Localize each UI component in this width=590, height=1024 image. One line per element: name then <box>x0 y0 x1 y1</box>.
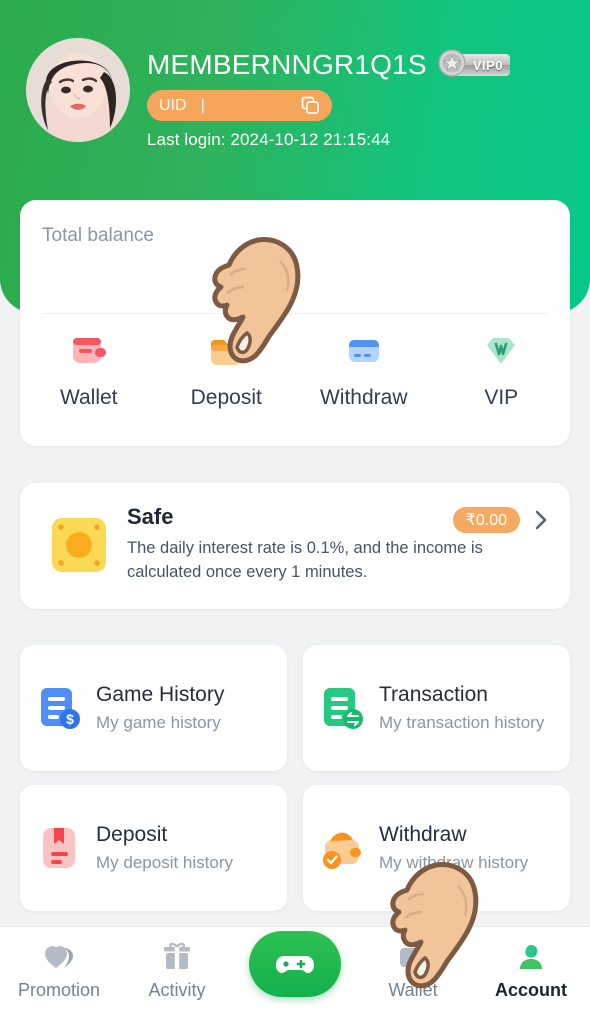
safe-card[interactable]: Safe The daily interest rate is 0.1%, an… <box>20 483 570 609</box>
menu-card-transaction[interactable]: Transaction My transaction history <box>303 645 570 771</box>
transaction-icon <box>317 682 369 734</box>
menu-card-title: Withdraw <box>379 823 467 846</box>
action-deposit-label: Deposit <box>190 386 262 409</box>
action-vip[interactable]: VIP <box>433 328 571 410</box>
menu-card-subtitle: My transaction history <box>379 713 545 732</box>
action-withdraw-label: Withdraw <box>319 386 408 409</box>
tab-activity[interactable]: Activity <box>118 927 236 1001</box>
game-history-icon: $ <box>34 682 86 734</box>
tab-wallet[interactable]: Wallet <box>354 927 472 1001</box>
avatar-image <box>26 38 130 142</box>
menu-card-subtitle: My withdraw history <box>379 853 529 872</box>
menu-card-title: Deposit <box>96 823 168 846</box>
svg-text:$: $ <box>66 711 74 727</box>
menu-card-text: Game History My game history <box>96 681 224 735</box>
menu-card-text: Transaction My transaction history <box>379 681 544 735</box>
action-wallet-label: Wallet <box>59 386 118 409</box>
history-menu-grid: $ Game History My game history Transacti… <box>20 645 570 911</box>
menu-card-deposit-history[interactable]: Deposit My deposit history <box>20 785 287 911</box>
wallet-icon <box>66 328 112 374</box>
avatar[interactable] <box>26 38 130 142</box>
last-login-text: Last login: 2024-10-12 21:15:44 <box>147 130 391 149</box>
copy-icon[interactable] <box>301 96 320 115</box>
menu-card-title: Game History <box>96 683 225 706</box>
uid-label: UID <box>159 96 187 114</box>
uid-separator: | <box>200 96 205 114</box>
wallet-tab-icon <box>396 940 430 974</box>
tab-game[interactable] <box>236 927 354 997</box>
tab-promotion[interactable]: Promotion <box>0 927 118 1001</box>
withdraw-card-icon <box>341 328 387 374</box>
deposit-icon <box>203 328 249 374</box>
total-balance-card: Total balance Wallet Deposit Withdraw VI… <box>20 200 570 446</box>
menu-card-withdraw-history[interactable]: Withdraw My withdraw history <box>303 785 570 911</box>
safe-description: The daily interest rate is 0.1%, and the… <box>127 539 483 581</box>
tab-activity-label: Activity <box>148 980 206 1000</box>
deposit-history-icon <box>34 822 86 874</box>
menu-card-text: Withdraw My withdraw history <box>379 821 528 875</box>
safe-amount-badge: ₹0.00 <box>452 507 520 533</box>
chevron-right-icon[interactable] <box>530 507 552 533</box>
menu-card-title: Transaction <box>379 683 488 706</box>
username: MEMBERNNGR1Q1S <box>147 49 427 80</box>
uid-pill[interactable]: UID | <box>147 90 332 121</box>
tab-account[interactable]: Account <box>472 927 590 1001</box>
tab-wallet-label: Wallet <box>388 980 438 1000</box>
quick-actions: Wallet Deposit Withdraw VIP <box>20 328 570 410</box>
promotion-heart-icon <box>42 940 76 974</box>
safe-title: Safe <box>127 504 174 529</box>
divider <box>42 313 548 314</box>
action-wallet[interactable]: Wallet <box>20 328 158 410</box>
bottom-navigation: Promotion Activity Wallet Account <box>0 926 590 1024</box>
menu-card-game-history[interactable]: $ Game History My game history <box>20 645 287 771</box>
menu-card-text: Deposit My deposit history <box>96 821 233 875</box>
gamepad-icon[interactable] <box>249 931 341 997</box>
username-row: MEMBERNNGR1Q1S VIP0 <box>147 48 510 81</box>
vip-badge: VIP0 <box>437 48 510 79</box>
action-withdraw[interactable]: Withdraw <box>295 328 433 410</box>
gift-icon <box>160 940 194 974</box>
menu-card-subtitle: My deposit history <box>96 853 233 872</box>
tab-promotion-label: Promotion <box>17 980 101 1000</box>
account-page: MEMBERNNGR1Q1S VIP0 UID | Last login: 20… <box>0 0 590 1024</box>
safe-box-icon <box>50 516 108 574</box>
action-deposit[interactable]: Deposit <box>158 328 296 410</box>
withdraw-history-icon <box>317 822 369 874</box>
account-person-icon <box>514 940 548 974</box>
total-balance-label: Total balance <box>42 225 154 246</box>
menu-card-subtitle: My game history <box>96 713 221 732</box>
tab-account-label: Account <box>495 980 567 1000</box>
vip-medal-icon <box>437 48 467 83</box>
action-vip-label: VIP <box>484 386 519 409</box>
vip-diamond-icon <box>478 328 524 374</box>
